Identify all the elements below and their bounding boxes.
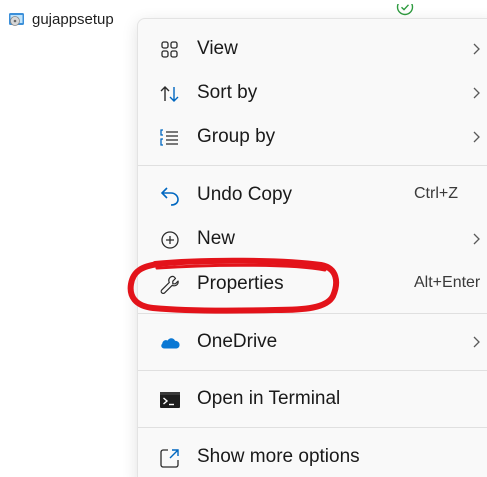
undo-icon	[159, 185, 181, 207]
menu-item-sort-by[interactable]: Sort by	[138, 73, 487, 113]
menu-item-label: View	[197, 38, 238, 59]
file-item[interactable]: gujappsetup	[8, 9, 114, 29]
menu-item-group-by[interactable]: Group by	[138, 117, 487, 157]
installer-icon	[8, 11, 26, 27]
menu-item-label: Properties	[197, 273, 284, 294]
chevron-right-icon	[470, 332, 484, 352]
menu-item-new[interactable]: New	[138, 219, 487, 259]
menu-separator	[138, 313, 487, 314]
menu-item-show-more-options[interactable]: Show more options	[138, 437, 487, 477]
menu-item-label: Sort by	[197, 82, 258, 103]
shortcut-label: Ctrl+Z	[414, 185, 458, 202]
menu-item-view[interactable]: View	[138, 29, 487, 69]
grid-view-icon	[159, 39, 181, 61]
menu-item-label: New	[197, 228, 236, 249]
file-name: gujappsetup	[32, 10, 114, 28]
chevron-right-icon	[470, 229, 484, 249]
group-list-icon	[159, 127, 181, 149]
shortcut-label: Alt+Enter	[414, 274, 481, 291]
sort-icon	[159, 83, 181, 105]
menu-item-label: OneDrive	[197, 331, 278, 352]
wrench-icon	[159, 274, 181, 296]
share-expand-icon	[159, 447, 181, 469]
chevron-right-icon	[470, 127, 484, 147]
context-menu: View Sort by Group by Undo Copy Ctrl+Z N…	[137, 18, 487, 477]
menu-item-label: Group by	[197, 126, 276, 147]
chevron-right-icon	[470, 83, 484, 103]
sync-status-icon	[396, 4, 414, 16]
menu-item-properties[interactable]: Properties Alt+Enter	[138, 264, 487, 304]
menu-item-label: Show more options	[197, 446, 360, 467]
desktop-area: gujappsetup View Sort by Group by Undo C…	[0, 0, 487, 477]
menu-item-undo-copy[interactable]: Undo Copy Ctrl+Z	[138, 175, 487, 215]
onedrive-cloud-icon	[159, 332, 181, 354]
menu-item-onedrive[interactable]: OneDrive	[138, 322, 487, 362]
menu-item-open-in-terminal[interactable]: Open in Terminal	[138, 379, 487, 419]
menu-separator	[138, 370, 487, 371]
terminal-icon	[159, 389, 181, 411]
chevron-right-icon	[470, 39, 484, 59]
menu-separator	[138, 427, 487, 428]
plus-circle-icon	[159, 229, 181, 251]
menu-separator	[138, 165, 487, 166]
menu-item-label: Open in Terminal	[197, 388, 341, 409]
menu-item-label: Undo Copy	[197, 184, 293, 205]
